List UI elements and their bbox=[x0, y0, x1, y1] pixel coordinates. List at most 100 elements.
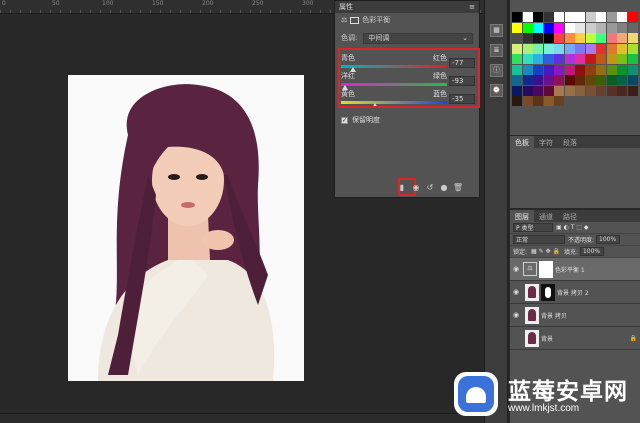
color-swatch[interactable] bbox=[543, 75, 554, 85]
color-swatch[interactable] bbox=[533, 85, 543, 96]
panel-tab[interactable]: 色板 bbox=[510, 136, 534, 148]
color-swatch[interactable] bbox=[596, 75, 606, 85]
color-swatch[interactable] bbox=[606, 75, 617, 85]
color-swatch[interactable] bbox=[617, 12, 627, 22]
color-swatch[interactable] bbox=[575, 22, 585, 33]
layer-mask-thumbnail[interactable] bbox=[541, 283, 555, 301]
eye-icon[interactable]: ◉ bbox=[513, 311, 523, 319]
color-swatch[interactable] bbox=[564, 12, 575, 22]
color-swatch[interactable] bbox=[512, 33, 522, 43]
color-swatch[interactable] bbox=[564, 54, 575, 64]
color-swatch[interactable] bbox=[512, 12, 522, 22]
layer-row[interactable]: 背景 🔒 bbox=[510, 327, 640, 350]
portrait-image[interactable] bbox=[68, 75, 304, 381]
color-swatch[interactable] bbox=[627, 75, 638, 85]
color-swatch[interactable] bbox=[512, 54, 522, 64]
color-swatch[interactable] bbox=[512, 64, 522, 75]
color-swatch[interactable] bbox=[512, 43, 522, 54]
blend-mode-select[interactable]: 正常 bbox=[513, 235, 565, 244]
layer-thumbnail[interactable] bbox=[525, 329, 539, 347]
color-swatch[interactable] bbox=[596, 85, 606, 96]
color-swatch[interactable] bbox=[533, 96, 543, 106]
color-swatch[interactable] bbox=[522, 33, 533, 43]
color-swatch[interactable] bbox=[512, 85, 522, 96]
color-swatch[interactable] bbox=[522, 85, 533, 96]
color-swatch[interactable] bbox=[564, 64, 575, 75]
color-swatch[interactable] bbox=[533, 12, 543, 22]
color-swatch[interactable] bbox=[522, 64, 533, 75]
color-swatch[interactable] bbox=[554, 75, 564, 85]
color-swatch[interactable] bbox=[533, 22, 543, 33]
color-swatch[interactable] bbox=[627, 12, 638, 22]
panel-tab[interactable]: 字符 bbox=[534, 136, 558, 148]
color-swatch[interactable] bbox=[617, 85, 627, 96]
layer-name[interactable]: 背景 拷贝 bbox=[541, 311, 637, 320]
color-swatch[interactable] bbox=[554, 22, 564, 33]
color-swatch[interactable] bbox=[596, 12, 606, 22]
color-swatch[interactable] bbox=[533, 54, 543, 64]
color-swatch[interactable] bbox=[617, 22, 627, 33]
layer-row[interactable]: ◉ ⚖ 色彩平衡 1 bbox=[510, 258, 640, 281]
color-swatch[interactable] bbox=[522, 96, 533, 106]
panel-menu-icon[interactable]: ≡ bbox=[469, 3, 475, 11]
layer-row[interactable]: ◉ 背景 拷贝 bbox=[510, 304, 640, 327]
color-swatch[interactable] bbox=[617, 43, 627, 54]
layer-name[interactable]: 色彩平衡 1 bbox=[555, 265, 637, 274]
color-swatch[interactable] bbox=[522, 22, 533, 33]
color-swatch[interactable] bbox=[585, 64, 596, 75]
panel-tab[interactable]: 图层 bbox=[510, 210, 534, 222]
color-swatch[interactable] bbox=[543, 33, 554, 43]
color-swatch[interactable] bbox=[617, 33, 627, 43]
color-swatch[interactable] bbox=[554, 96, 564, 106]
color-swatch[interactable] bbox=[554, 43, 564, 54]
color-swatch[interactable] bbox=[564, 85, 575, 96]
color-swatch[interactable] bbox=[585, 12, 596, 22]
color-swatch[interactable] bbox=[543, 43, 554, 54]
color-swatch[interactable] bbox=[575, 43, 585, 54]
color-swatch[interactable] bbox=[512, 96, 522, 106]
color-swatch[interactable] bbox=[543, 54, 554, 64]
color-swatch[interactable] bbox=[575, 75, 585, 85]
color-swatch[interactable] bbox=[606, 33, 617, 43]
color-swatch[interactable] bbox=[627, 85, 638, 96]
color-swatch[interactable] bbox=[606, 85, 617, 96]
trash-icon[interactable]: 🗑 bbox=[451, 181, 465, 193]
color-swatch[interactable] bbox=[554, 54, 564, 64]
color-swatch[interactable] bbox=[606, 22, 617, 33]
clip-to-layer-icon[interactable]: ▮ bbox=[395, 181, 409, 193]
color-swatch[interactable] bbox=[575, 12, 585, 22]
color-swatch[interactable] bbox=[627, 33, 638, 43]
color-swatch[interactable] bbox=[627, 54, 638, 64]
color-swatch[interactable] bbox=[596, 43, 606, 54]
history-panel-icon[interactable]: ⌚ bbox=[490, 84, 503, 97]
color-swatch[interactable] bbox=[575, 54, 585, 64]
color-swatch[interactable] bbox=[522, 12, 533, 22]
layer-name[interactable]: 背景 bbox=[541, 334, 630, 343]
color-swatch[interactable] bbox=[596, 33, 606, 43]
color-swatch[interactable] bbox=[554, 64, 564, 75]
layer-thumbnail[interactable] bbox=[525, 306, 539, 324]
color-swatch[interactable] bbox=[575, 64, 585, 75]
properties-panel-icon[interactable]: ≣ bbox=[490, 44, 503, 57]
layer-thumbnail[interactable] bbox=[525, 283, 539, 301]
color-swatch[interactable] bbox=[596, 64, 606, 75]
color-swatch[interactable] bbox=[585, 33, 596, 43]
color-swatch[interactable] bbox=[606, 64, 617, 75]
color-swatch[interactable] bbox=[617, 54, 627, 64]
color-swatch[interactable] bbox=[627, 43, 638, 54]
color-swatch[interactable] bbox=[533, 43, 543, 54]
layer-name[interactable]: 背景 拷贝 2 bbox=[557, 288, 637, 297]
fill-field[interactable]: 100% bbox=[579, 247, 604, 256]
color-swatch[interactable] bbox=[564, 33, 575, 43]
color-swatch[interactable] bbox=[596, 54, 606, 64]
color-swatch[interactable] bbox=[543, 85, 554, 96]
info-panel-icon[interactable]: ⓘ bbox=[490, 64, 503, 77]
color-swatch[interactable] bbox=[585, 54, 596, 64]
color-swatch[interactable] bbox=[585, 75, 596, 85]
panel-tab[interactable]: 通道 bbox=[534, 210, 558, 222]
color-swatch[interactable] bbox=[575, 33, 585, 43]
tone-select[interactable]: 中间调 ⌄ bbox=[363, 32, 473, 44]
color-swatch[interactable] bbox=[627, 64, 638, 75]
reset-icon[interactable]: ↺ bbox=[423, 181, 437, 193]
color-swatch[interactable] bbox=[564, 43, 575, 54]
